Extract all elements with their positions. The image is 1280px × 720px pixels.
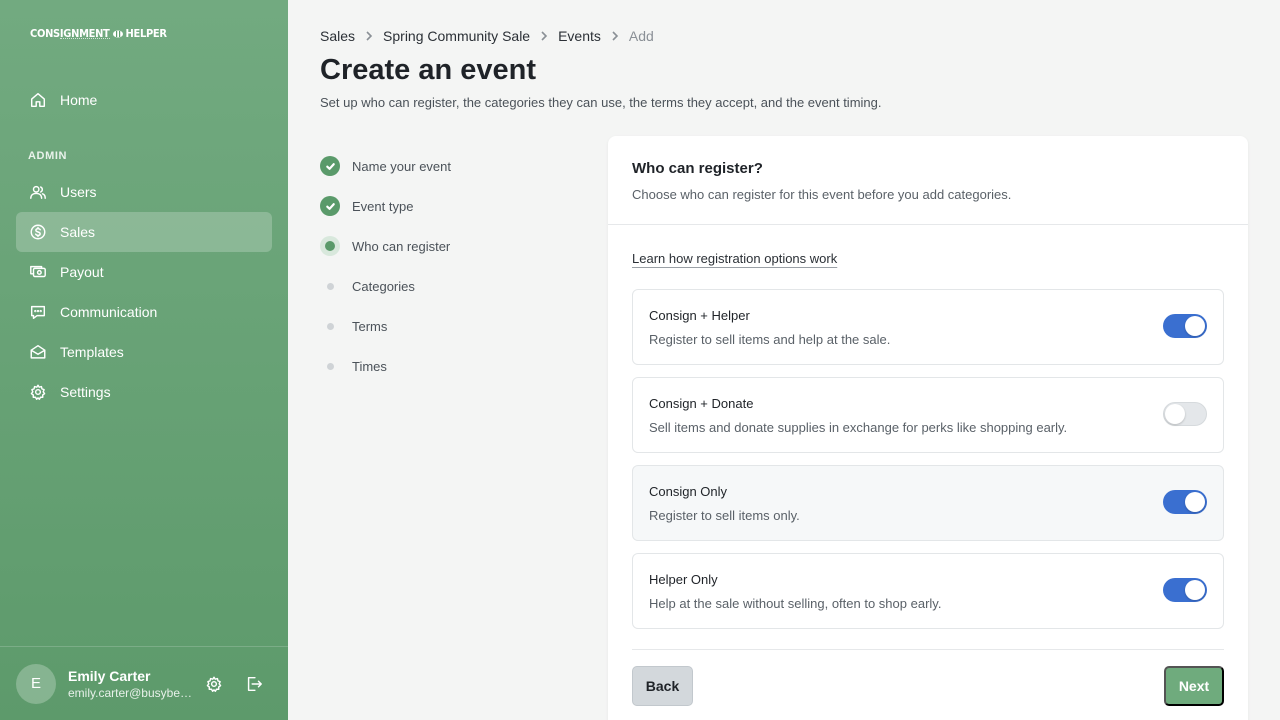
option-title: Consign Only	[649, 484, 728, 499]
card-title: Who can register?	[632, 160, 763, 177]
toggle-knob	[1165, 404, 1185, 424]
pending-step-dot-icon	[320, 316, 340, 336]
page-title: Create an event	[320, 54, 536, 86]
sidebar-item-home[interactable]: Home	[16, 80, 272, 120]
step-label: Event type	[352, 198, 414, 214]
sidebar-item-label: Sales	[60, 224, 96, 240]
payout-icon	[28, 262, 48, 282]
option-consign-helper: Consign + Helper Register to sell items …	[632, 289, 1224, 365]
section-label-admin: ADMIN	[28, 150, 68, 162]
sidebar-item-label: Templates	[60, 344, 124, 360]
step-name-your-event[interactable]: Name your event	[320, 146, 451, 186]
step-label: Name your event	[352, 158, 451, 174]
option-description: Sell items and donate supplies in exchan…	[649, 420, 1068, 435]
sidebar-item-sales[interactable]: Sales	[16, 212, 272, 252]
option-description: Register to sell items only.	[649, 508, 800, 523]
user-email: emily.carter@busybee....	[68, 685, 196, 700]
logo-text-right: HELPER	[125, 26, 167, 40]
sidebar-item-label: Home	[60, 92, 98, 108]
next-button[interactable]: Next	[1164, 666, 1224, 706]
toggle-consign-helper[interactable]	[1163, 314, 1207, 338]
sidebar-item-users[interactable]: Users	[16, 172, 272, 212]
option-title: Consign + Helper	[649, 308, 750, 323]
pending-step-dot-icon	[320, 356, 340, 376]
back-button[interactable]: Back	[632, 666, 693, 706]
toggle-knob	[1185, 316, 1205, 336]
option-description: Help at the sale without selling, often …	[649, 596, 942, 611]
step-categories[interactable]: Categories	[320, 266, 451, 306]
registration-help-link[interactable]: Learn how registration options work	[632, 251, 837, 266]
page-subtitle: Set up who can register, the categories …	[320, 95, 882, 110]
breadcrumb-events[interactable]: Events	[558, 28, 601, 44]
step-list: Name your event Event type Who can regis…	[320, 146, 451, 386]
toggle-helper-only[interactable]	[1163, 578, 1207, 602]
sidebar: CONSIGNMENT HELPER Home ADMIN Users Sale…	[0, 0, 288, 720]
breadcrumb: Sales Spring Community Sale Events Add	[320, 28, 654, 44]
sidebar-item-payout[interactable]: Payout	[16, 252, 272, 292]
sidebar-item-templates[interactable]: Templates	[16, 332, 272, 372]
sidebar-item-label: Users	[60, 184, 97, 200]
option-title: Helper Only	[649, 572, 718, 587]
toggle-knob	[1185, 492, 1205, 512]
chevron-right-icon	[609, 30, 621, 42]
sidebar-item-communication[interactable]: Communication	[16, 292, 272, 332]
gear-icon	[28, 382, 48, 402]
step-event-type[interactable]: Event type	[320, 186, 451, 226]
step-label: Times	[352, 358, 387, 374]
app-logo[interactable]: CONSIGNMENT HELPER	[30, 22, 167, 44]
breadcrumb-sales[interactable]: Sales	[320, 28, 355, 44]
option-description: Register to sell items and help at the s…	[649, 332, 891, 347]
option-title: Consign + Donate	[649, 396, 754, 411]
logo-underline	[60, 38, 110, 39]
check-icon	[320, 196, 340, 216]
sidebar-item-label: Settings	[60, 384, 111, 400]
check-icon	[320, 156, 340, 176]
pending-step-dot-icon	[320, 276, 340, 296]
step-who-can-register[interactable]: Who can register	[320, 226, 451, 266]
user-name: Emily Carter	[68, 667, 151, 684]
toggle-consign-only[interactable]	[1163, 490, 1207, 514]
chevron-right-icon	[363, 30, 375, 42]
sidebar-item-label: Communication	[60, 304, 158, 320]
avatar[interactable]: E	[16, 663, 56, 704]
bee-logo-icon	[112, 30, 123, 37]
step-label: Categories	[352, 278, 415, 294]
step-label: Who can register	[352, 238, 451, 254]
sidebar-item-label: Payout	[60, 264, 104, 280]
sidebar-item-settings[interactable]: Settings	[16, 372, 272, 412]
logout-icon[interactable]	[240, 670, 268, 698]
breadcrumb-sale[interactable]: Spring Community Sale	[383, 28, 530, 44]
option-helper-only: Helper Only Help at the sale without sel…	[632, 553, 1224, 629]
breadcrumb-current: Add	[628, 28, 654, 44]
card-subtitle: Choose who can register for this event b…	[632, 187, 1012, 202]
envelope-icon	[28, 342, 48, 362]
main-content: Sales Spring Community Sale Events Add C…	[288, 0, 1280, 720]
step-terms[interactable]: Terms	[320, 306, 451, 346]
chevron-right-icon	[538, 30, 550, 42]
footer-divider	[632, 649, 1224, 650]
user-settings-icon[interactable]	[200, 670, 228, 698]
chat-icon	[28, 302, 48, 322]
card-header: Who can register? Choose who can registe…	[608, 136, 1248, 225]
option-consign-only: Consign Only Register to sell items only…	[632, 465, 1224, 541]
users-icon	[28, 182, 48, 202]
dollar-icon	[28, 222, 48, 242]
user-info: Emily Carter emily.carter@busybee....	[68, 668, 196, 700]
step-label: Terms	[352, 318, 388, 334]
registration-card: Who can register? Choose who can registe…	[608, 136, 1248, 720]
option-consign-donate: Consign + Donate Sell items and donate s…	[632, 377, 1224, 453]
toggle-knob	[1185, 580, 1205, 600]
step-times[interactable]: Times	[320, 346, 451, 386]
home-icon	[28, 90, 48, 110]
user-footer: E Emily Carter emily.carter@busybee....	[0, 646, 288, 720]
toggle-consign-donate[interactable]	[1163, 402, 1207, 426]
current-step-dot-icon	[320, 236, 340, 256]
